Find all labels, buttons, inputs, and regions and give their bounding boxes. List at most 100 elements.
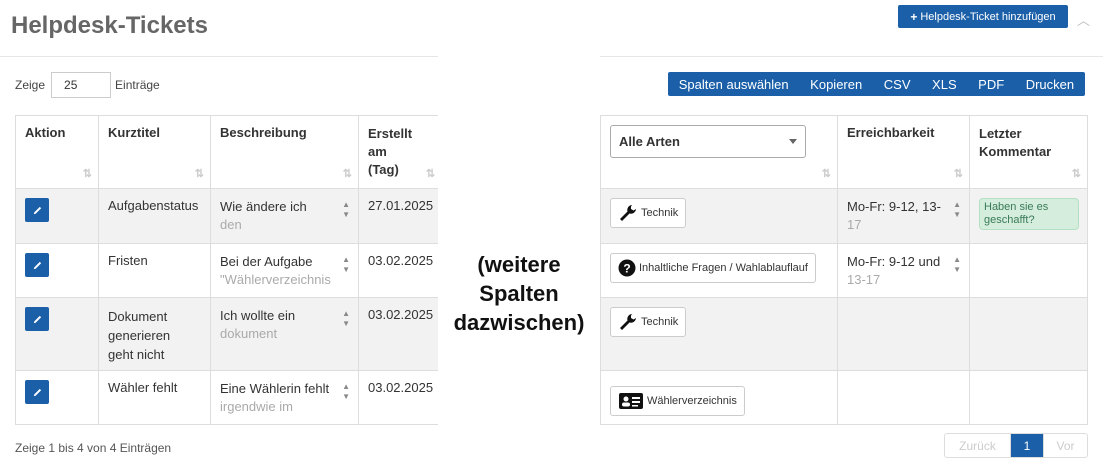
type-cell: Wählerverzeichnis: [600, 370, 838, 425]
page-length-input[interactable]: [51, 72, 112, 98]
sort-icon: ⇅: [1071, 168, 1081, 180]
csv-button[interactable]: CSV: [884, 77, 911, 92]
pdf-button[interactable]: PDF: [978, 77, 1004, 92]
col-beschreibung[interactable]: Beschreibung ⇅: [210, 115, 359, 189]
prev-page-button[interactable]: Zurück: [945, 434, 1011, 457]
pencil-icon: [33, 206, 41, 214]
type-chip: Wählerverzeichnis: [610, 386, 745, 416]
desc-cell: Ich wollte ein dokument ▲ ▼: [210, 297, 359, 371]
comment-bubble: Haben sie es geschafft?: [979, 198, 1079, 230]
cell-scrollbar[interactable]: ▲ ▼: [953, 255, 961, 289]
edit-button[interactable]: [25, 198, 49, 222]
wrench-icon: [620, 314, 636, 330]
type-cell: Technik: [600, 297, 838, 371]
col-label: Letzter Kommentar: [979, 126, 1052, 159]
cell-scrollbar[interactable]: ▲ ▼: [953, 200, 961, 234]
type-label: Technik: [641, 207, 679, 219]
export-toolbar: Spalten auswählen Kopieren CSV XLS PDF D…: [668, 72, 1085, 96]
desc-line: Wie ändere ich: [220, 199, 307, 214]
comment-cell: [969, 243, 1088, 298]
id-card-icon: [619, 393, 643, 409]
desc-line: dokument: [220, 326, 278, 341]
desc-cell: Bei der Aufgabe "Wählerverzeichnis ▲ ▼: [210, 243, 359, 298]
col-erreichbarkeit[interactable]: Erreichbarkeit ⇅: [837, 115, 970, 189]
hidden-columns-note: (weitere Spalten dazwischen): [453, 252, 585, 335]
edit-button[interactable]: [25, 380, 49, 404]
type-cell: Technik: [600, 188, 838, 244]
sort-icon: ⇅: [425, 168, 435, 180]
desc-cell: Wie ändere ich den ▲ ▼: [210, 188, 359, 244]
add-ticket-button[interactable]: + Helpdesk-Ticket hinzufügen: [898, 5, 1068, 28]
date-cell: 03.02.2025: [357, 297, 443, 371]
kurztitel-cell: Dokument generieren geht nicht: [98, 297, 211, 371]
col-label: Aktion: [25, 125, 66, 140]
header-divider: [600, 56, 1103, 57]
page-title: Helpdesk-Tickets: [11, 12, 208, 39]
type-label: Technik: [641, 316, 679, 328]
sort-icon: ⇅: [194, 168, 204, 180]
next-page-button[interactable]: Vor: [1043, 434, 1087, 457]
desc-line: "Wählerverzeichnis: [220, 272, 331, 287]
type-filter-select[interactable]: Alle Arten: [610, 125, 806, 158]
cell-scrollbar[interactable]: ▲ ▼: [342, 255, 350, 290]
question-circle-icon: ?: [618, 259, 636, 277]
type-cell: ? Inhaltliche Fragen / Wahlablauflauf: [600, 243, 838, 298]
type-chip: Technik: [610, 307, 687, 337]
desc-line: irgendwie im: [220, 399, 293, 414]
caret-down-icon: [789, 139, 797, 144]
table-row: Wähler fehlt Eine Wählerin fehlt irgendwi…: [15, 370, 443, 425]
xls-button[interactable]: XLS: [932, 77, 957, 92]
action-cell: [15, 370, 99, 425]
table-row: Wählerverzeichnis: [600, 370, 1088, 425]
collapse-chevron-icon[interactable]: ︿: [1077, 10, 1090, 29]
page-1-button[interactable]: 1: [1011, 434, 1043, 457]
col-kommentar[interactable]: Letzter Kommentar ⇅: [969, 115, 1088, 189]
copy-button[interactable]: Kopieren: [810, 77, 862, 92]
reach-line: Mo-Fr: 9-12, 13-: [847, 199, 941, 214]
table-row: Technik: [600, 297, 1088, 371]
print-button[interactable]: Drucken: [1026, 77, 1074, 92]
cell-scrollbar[interactable]: ▲ ▼: [342, 309, 350, 344]
reach-cell: Mo-Fr: 9-12 und 13-17 ▲ ▼: [837, 243, 970, 298]
page-length: Zeige Einträge: [15, 72, 160, 98]
sort-icon: ⇅: [342, 168, 352, 180]
sort-icon: ⇅: [821, 168, 831, 180]
length-prefix: Zeige: [15, 78, 46, 92]
kurztitel-text: Dokument generieren geht nicht: [108, 309, 171, 362]
comment-cell: Haben sie es geschafft?: [969, 188, 1088, 244]
desc-line: Eine Wählerin fehlt: [220, 381, 330, 396]
columns-button[interactable]: Spalten auswählen: [679, 77, 789, 92]
cell-scrollbar[interactable]: ▲ ▼: [342, 200, 350, 235]
tickets-table-right: Alle Arten ⇅ Erreichbarkeit ⇅ Letzter Komm…: [600, 115, 1088, 425]
reach-cell: [837, 297, 970, 371]
edit-button[interactable]: [25, 307, 49, 331]
table-row: Aufgabenstatus Wie ändere ich den ▲ ▼ 27.01…: [15, 188, 443, 244]
type-chip: ? Inhaltliche Fragen / Wahlablauflauf: [610, 253, 816, 283]
table-row: Technik Mo-Fr: 9-12, 13- 17 ▲ ▼ Haben sie e…: [600, 188, 1088, 244]
action-cell: [15, 243, 99, 298]
col-erstellt[interactable]: Erstellt am (Tag) ⇅: [357, 115, 443, 189]
reach-cell: [837, 370, 970, 425]
reach-cell: Mo-Fr: 9-12, 13- 17 ▲ ▼: [837, 188, 970, 244]
sort-asc-icon: ⇅: [82, 168, 92, 180]
reach-line: 17: [847, 217, 862, 232]
kurztitel-cell: Aufgabenstatus: [98, 188, 211, 244]
date-cell: 03.02.2025: [357, 370, 443, 425]
table-info: Zeige 1 bis 4 von 4 Einträgen: [15, 441, 172, 455]
col-art: Alle Arten ⇅: [600, 115, 838, 189]
cell-scrollbar[interactable]: ▲ ▼: [342, 382, 350, 417]
table-row: Fristen Bei der Aufgabe "Wählerverzeichni…: [15, 243, 443, 298]
tickets-table-left: Aktion ⇅ Kurztitel ⇅ Beschreibung ⇅ Erstell…: [15, 115, 443, 425]
edit-button[interactable]: [25, 253, 49, 277]
pencil-icon: [33, 315, 41, 323]
comment-cell: [969, 370, 1088, 425]
svg-text:?: ?: [623, 262, 630, 276]
header-divider: [0, 56, 438, 57]
pencil-icon: [33, 261, 41, 269]
col-kurztitel[interactable]: Kurztitel ⇅: [98, 115, 211, 189]
col-label: Erreichbarkeit: [847, 125, 935, 140]
sort-icon: ⇅: [953, 168, 963, 180]
col-label: Beschreibung: [220, 125, 307, 140]
col-aktion[interactable]: Aktion ⇅: [15, 115, 99, 189]
reach-line: 13-17: [847, 272, 881, 287]
